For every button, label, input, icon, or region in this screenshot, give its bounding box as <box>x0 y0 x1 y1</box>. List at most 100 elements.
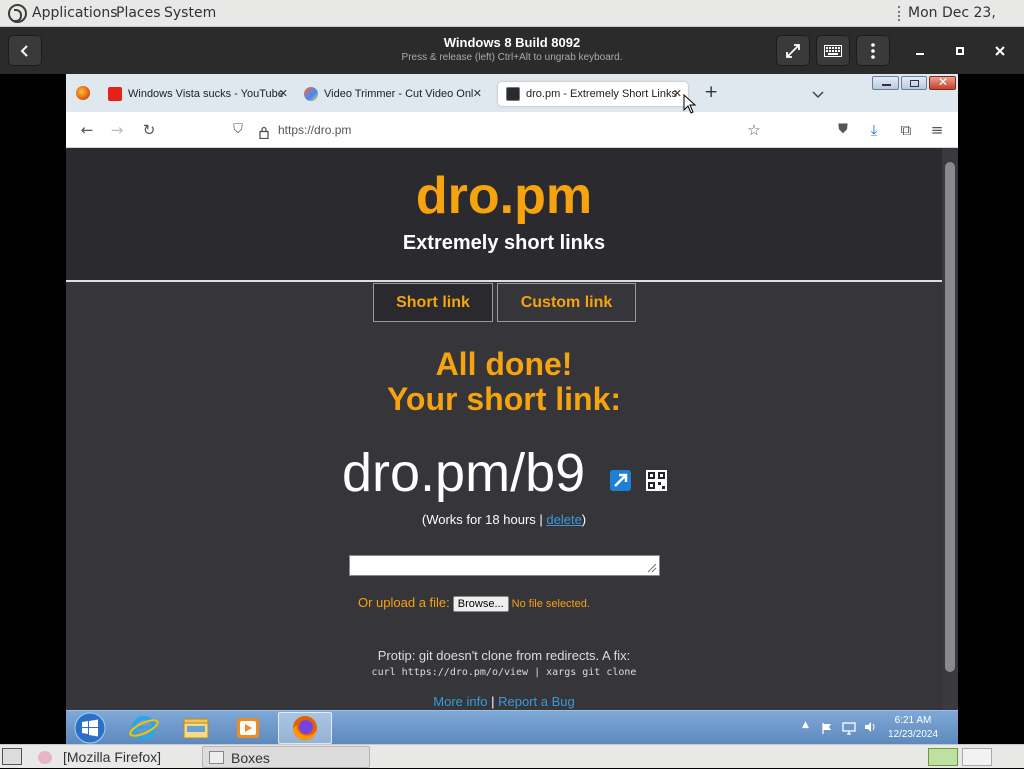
new-tab-icon[interactable]: + <box>704 82 718 102</box>
workspace-1[interactable] <box>928 748 958 766</box>
restore-icon <box>910 80 919 87</box>
reload-icon[interactable]: ↻ <box>138 119 160 141</box>
maximize-button[interactable] <box>946 37 974 65</box>
tab-video-trimmer[interactable]: Video Trimmer - Cut Video Onl ✕ <box>304 82 488 106</box>
close-icon: ✕ <box>938 75 949 89</box>
pocket-icon[interactable]: ⛊ <box>832 119 854 141</box>
url-bar[interactable]: https://dro.pm <box>278 123 351 137</box>
taskbar-boxes[interactable]: Boxes <box>202 746 370 768</box>
top-panel: Applications Places System Mon Dec 23, 0… <box>0 0 1024 48</box>
url-input[interactable] <box>349 555 660 576</box>
firefox-view-icon[interactable] <box>76 86 90 100</box>
expiry-text: (Works for 18 hours | <box>421 512 547 527</box>
bottom-panel: [Mozilla Firefox] Boxes <box>0 744 1024 768</box>
extensions-icon[interactable]: ⧉ <box>895 119 917 141</box>
system-menu[interactable]: System <box>164 0 216 27</box>
tab-label: Windows Vista sucks - YouTube <box>128 88 284 100</box>
forward-icon[interactable]: → <box>106 119 128 141</box>
firefox-taskbar-button[interactable] <box>278 712 332 744</box>
workspace-2[interactable] <box>962 748 992 766</box>
firefox-window-icon <box>38 751 52 764</box>
more-info-link[interactable]: More info <box>433 694 487 709</box>
show-desktop-icon[interactable] <box>2 748 22 765</box>
explorer-button[interactable] <box>174 712 224 744</box>
firefox-nav-bar: ← → ↻ ⛉ https://dro.pm ☆ ⛊ ⤓ ⧉ ≡ <box>66 112 958 148</box>
clock[interactable]: Mon Dec 23, 06:22 <box>908 0 1024 48</box>
tab-short-link[interactable]: Short link <box>373 283 493 322</box>
shield-icon[interactable]: ⛉ <box>227 119 249 141</box>
protip-text: Protip: git doesn't clone from redirects… <box>377 648 631 663</box>
volume-icon[interactable] <box>863 719 877 738</box>
video-trimmer-icon <box>304 87 318 102</box>
report-bug-link[interactable]: Report a Bug <box>498 694 575 709</box>
media-player-icon <box>237 718 259 738</box>
tray-expand-icon[interactable]: ▲ <box>802 720 809 730</box>
keyboard-button[interactable] <box>816 35 850 66</box>
ff-minimize-button[interactable] <box>872 76 899 90</box>
taskbar-date: 12/23/2024 <box>887 729 939 740</box>
fullscreen-button[interactable] <box>776 35 810 66</box>
page-scrollbar[interactable] <box>942 148 958 710</box>
close-tab-icon[interactable]: ✕ <box>673 82 682 106</box>
taskbar-firefox-label: [Mozilla Firefox] <box>63 749 162 765</box>
delete-link[interactable]: delete <box>546 512 581 527</box>
close-tab-icon[interactable]: ✕ <box>279 82 288 106</box>
maximize-icon <box>956 47 964 55</box>
short-link-text[interactable]: dro.pm/b9 <box>342 442 585 504</box>
kebab-menu-icon <box>871 43 875 59</box>
web-page: dro.pm Extremely short links Short link … <box>66 148 942 710</box>
internet-explorer-icon <box>129 716 159 740</box>
youtube-icon <box>108 87 122 102</box>
firefox-icon <box>293 716 317 740</box>
network-icon[interactable] <box>842 720 856 739</box>
taskbar-clock[interactable]: 6:21 AM 12/23/2024 <box>880 714 946 742</box>
qr-code-icon[interactable] <box>646 470 667 491</box>
close-tab-icon[interactable]: ✕ <box>473 82 482 106</box>
gnome-foot-icon[interactable] <box>8 4 27 23</box>
download-icon[interactable]: ⤓ <box>863 119 885 141</box>
boxes-window-icon <box>209 751 224 764</box>
back-icon[interactable]: ← <box>76 119 98 141</box>
site-title[interactable]: dro.pm <box>66 166 942 226</box>
hamburger-menu-icon[interactable]: ≡ <box>926 119 948 141</box>
ff-restore-button[interactable] <box>901 76 927 90</box>
upload-row: Or upload a file: Browse... No file select… <box>358 595 590 612</box>
firefox-tab-strip: Windows Vista sucks - YouTube ✕ Video Tr… <box>66 74 958 112</box>
menu-button[interactable] <box>856 35 890 66</box>
tab-label: dro.pm - Extremely Short Links <box>526 88 677 100</box>
windows-logo-icon <box>74 712 106 744</box>
minimize-icon <box>916 53 924 55</box>
action-center-flag-icon[interactable] <box>821 720 833 739</box>
minimize-button[interactable] <box>906 37 934 65</box>
link-separator: | <box>487 694 499 709</box>
close-window-button[interactable] <box>986 37 1014 65</box>
tab-dro-pm[interactable]: dro.pm - Extremely Short Links ✕ <box>498 82 688 106</box>
browse-button[interactable]: Browse... <box>452 596 509 612</box>
short-link-heading: Your short link: <box>386 381 622 417</box>
lock-icon[interactable] <box>259 124 269 143</box>
footer-links: More info | Report a Bug <box>66 694 942 709</box>
ie-button[interactable] <box>122 712 172 744</box>
upload-label: Or upload a file: <box>358 595 450 610</box>
taskbar-firefox[interactable]: [Mozilla Firefox] <box>32 746 198 768</box>
open-link-icon[interactable] <box>610 470 631 491</box>
windows-taskbar: ▲ 6:21 AM 12/23/2024 <box>66 710 958 744</box>
start-button[interactable] <box>68 712 118 744</box>
vm-display[interactable]: Windows Vista sucks - YouTube ✕ Video Tr… <box>66 74 958 744</box>
places-menu[interactable]: Places <box>116 0 161 27</box>
no-file-text: No file selected. <box>511 598 590 610</box>
done-heading: All done! <box>435 346 573 382</box>
scroll-thumb[interactable] <box>945 162 955 672</box>
bookmark-star-icon[interactable]: ☆ <box>743 119 765 141</box>
tab-youtube[interactable]: Windows Vista sucks - YouTube ✕ <box>108 82 294 106</box>
applications-menu[interactable]: Applications <box>32 0 118 27</box>
media-player-button[interactable] <box>226 712 276 744</box>
protip-code: curl https://dro.pm/o/view | xargs git c… <box>371 667 637 678</box>
close-icon <box>995 46 1005 56</box>
minimize-icon <box>882 84 891 86</box>
list-all-tabs-icon[interactable] <box>812 84 824 103</box>
tab-custom-link[interactable]: Custom link <box>497 283 636 322</box>
resize-grip-icon[interactable] <box>647 563 657 573</box>
ff-close-button[interactable]: ✕ <box>929 75 956 90</box>
expiry-note: (Works for 18 hours | delete) <box>66 512 942 527</box>
